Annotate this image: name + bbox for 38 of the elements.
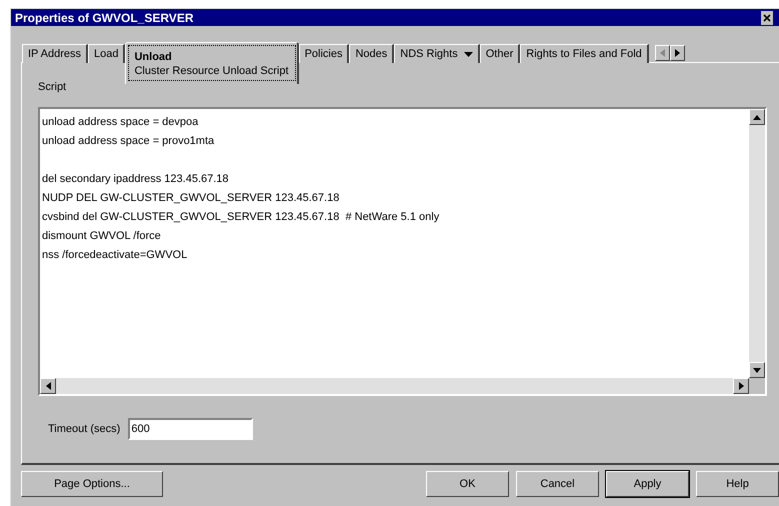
script-line: nss /forcedeactivate=GWVOL (42, 248, 188, 263)
left-arrow-icon[interactable] (46, 382, 50, 390)
left-arrow-icon (660, 49, 665, 57)
tab[interactable]: IP Address (22, 44, 88, 63)
script-line: unload address space = devpoa (42, 115, 200, 130)
timeout-field[interactable]: 600 (128, 418, 254, 440)
scroll-left-button[interactable] (654, 45, 670, 61)
scroll-right-button[interactable] (670, 45, 685, 61)
script-line: cvsbind del GW-CLUSTER_GWVOL_SERVER 123.45.67.18 # NetWare 5.1 only (42, 210, 440, 225)
down-arrow-icon[interactable] (753, 368, 761, 372)
tab[interactable]: Load (88, 44, 126, 63)
close-icon[interactable] (761, 10, 773, 24)
dialog-button[interactable]: Cancel (516, 471, 599, 497)
tab[interactable]: Rights to Files and Fold (520, 44, 649, 63)
horizontal-scrollbar[interactable] (40, 378, 749, 394)
right-arrow-icon (674, 49, 680, 57)
dialog-button[interactable]: Help (696, 471, 779, 497)
script-label: Script (38, 81, 68, 93)
script-editor[interactable] (38, 107, 767, 396)
script-line: NUDP DEL GW-CLUSTER_GWVOL_SERVER 123.45.67.18 (42, 191, 340, 206)
window-title: Properties of GWVOL_SERVER (15, 10, 194, 24)
dropdown-icon[interactable] (464, 52, 473, 56)
up-arrow-icon[interactable] (753, 114, 761, 120)
dialog-button[interactable]: Apply (606, 471, 689, 497)
tab[interactable]: Other (480, 44, 520, 63)
dialog-button[interactable]: Page Options... (21, 471, 163, 497)
tab[interactable]: Unload Cluster Resource Unload Script (125, 42, 299, 84)
tab[interactable]: Nodes (349, 44, 394, 63)
script-line: dismount GWVOL /force (42, 229, 162, 244)
tab[interactable]: Policies (298, 44, 350, 63)
timeout-label: Timeout (secs) (48, 423, 120, 435)
vertical-scrollbar[interactable] (749, 109, 765, 378)
script-line: del secondary ipaddress 123.45.67.18 (42, 172, 230, 187)
dialog-button[interactable]: OK (426, 471, 509, 497)
tab[interactable]: NDS Rights (394, 44, 480, 63)
right-arrow-icon[interactable] (738, 382, 744, 390)
script-line: unload address space = provo1mta (42, 134, 216, 149)
scrollbar-corner (749, 378, 765, 394)
